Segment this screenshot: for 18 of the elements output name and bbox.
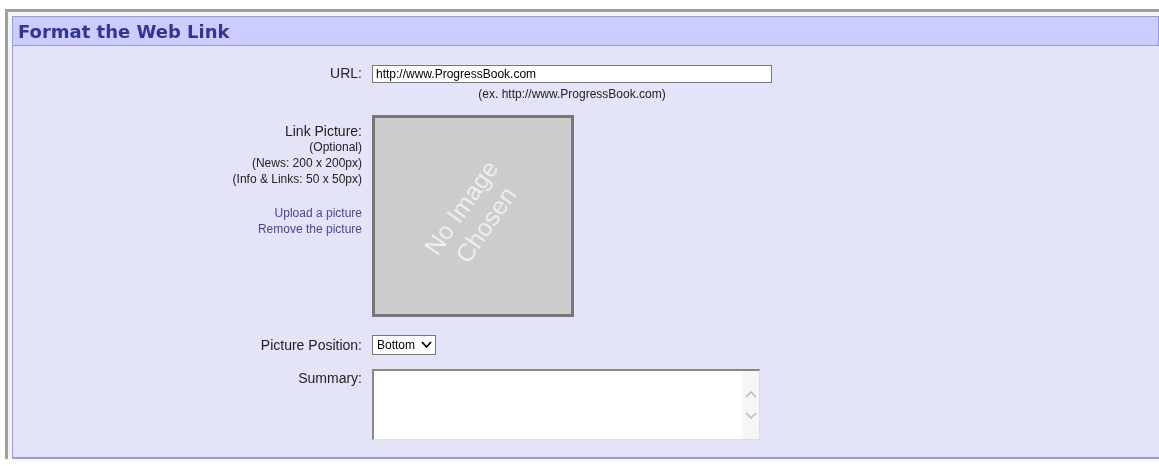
size-note: (News: 200 x 200px) (251, 155, 362, 171)
url-label: URL: (330, 65, 362, 81)
caret-icon (421, 341, 432, 349)
size-note: (Optional) (309, 139, 362, 155)
picture-link[interactable]: Upload a picture (274, 205, 362, 221)
scroll-up-icon[interactable] (744, 390, 757, 398)
scrollbar[interactable] (742, 371, 759, 439)
panel-title: Format the Web Link (18, 20, 230, 42)
picture-position-label: Picture Position: (260, 337, 362, 353)
link-picture-label: Link Picture: (284, 123, 362, 139)
url-hint: (ex. http://www.ProgressBook.com) (478, 87, 666, 101)
url-field[interactable]: http://www.ProgressBook.com (372, 65, 772, 83)
size-note: (Info & Links: 50 x 50px) (232, 171, 362, 187)
picture-link[interactable]: Remove the picture (257, 221, 362, 237)
summary-label: Summary: (298, 370, 362, 386)
position-select[interactable]: Bottom (372, 335, 436, 355)
scroll-down-icon[interactable] (744, 412, 757, 420)
summary-field[interactable] (372, 369, 760, 440)
